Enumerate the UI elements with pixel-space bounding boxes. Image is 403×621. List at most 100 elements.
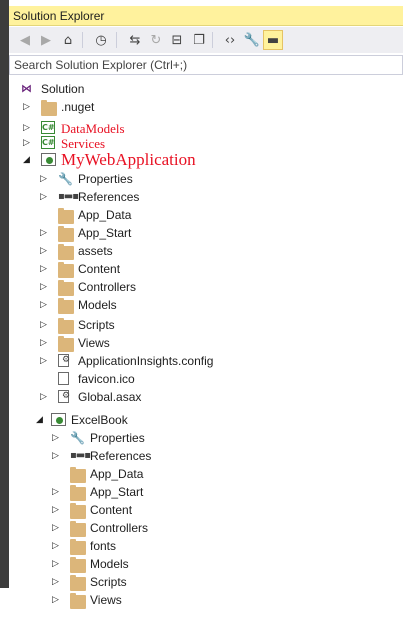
- back-button[interactable]: ◀: [15, 30, 35, 50]
- tree-item-label: Scripts: [78, 318, 115, 332]
- references-icon: ▪▬▪: [70, 450, 91, 461]
- tree-item-references[interactable]: ▷ ▪▬▪ References: [9, 188, 403, 206]
- tree-item-views[interactable]: ▷ Views: [9, 334, 403, 352]
- tree-item-models[interactable]: ▷ Models: [9, 555, 403, 573]
- collapse-all-button[interactable]: ⊟: [167, 30, 187, 50]
- expand-arrow-icon[interactable]: ▷: [52, 594, 62, 606]
- sync-button[interactable]: ⇆: [125, 30, 145, 50]
- tree-item-label: ExcelBook: [71, 413, 128, 427]
- expand-arrow-icon[interactable]: ▷: [52, 558, 62, 570]
- pending-changes-button[interactable]: ◷: [91, 30, 111, 50]
- expand-arrow-icon[interactable]: ▷: [40, 337, 50, 349]
- collapse-arrow-icon[interactable]: ◢: [36, 414, 46, 426]
- folder-icon: [58, 298, 74, 314]
- view-code-button[interactable]: ‹›: [220, 30, 240, 50]
- tree-item-models[interactable]: ▷ Models: [9, 296, 403, 314]
- tree-item-app-data[interactable]: App_Data: [9, 206, 403, 224]
- tree-item-controllers[interactable]: ▷ Controllers: [9, 278, 403, 296]
- expand-arrow-icon[interactable]: ▷: [40, 319, 50, 331]
- tree-item-content[interactable]: ▷ Content: [9, 260, 403, 278]
- tree-item-controllers[interactable]: ▷ Controllers: [9, 519, 403, 537]
- toolbar-separator: [82, 32, 83, 48]
- expand-arrow-icon[interactable]: ▷: [52, 522, 62, 534]
- config-file-icon: [58, 354, 70, 367]
- search-box[interactable]: [9, 55, 403, 75]
- expand-arrow-icon[interactable]: ▷: [52, 432, 62, 444]
- expand-arrow-icon[interactable]: ▷: [40, 281, 50, 293]
- tree-item-app-start[interactable]: ▷ App_Start: [9, 483, 403, 501]
- show-all-files-button[interactable]: ❐: [189, 30, 209, 50]
- tree-item-label: Views: [90, 593, 122, 607]
- folder-icon: [58, 336, 74, 352]
- left-window-edge: [0, 0, 9, 588]
- tree-item-label: Content: [78, 262, 121, 276]
- back-arrow-icon: ◀: [20, 32, 30, 48]
- wrench-icon: 🔧: [70, 431, 85, 445]
- collapse-arrow-icon[interactable]: ◢: [23, 154, 33, 166]
- tree-item-solution[interactable]: ⋈ Solution: [9, 80, 403, 98]
- tree-item-properties[interactable]: ▷ 🔧 Properties: [9, 429, 403, 447]
- home-button[interactable]: ⌂: [58, 30, 78, 50]
- properties-button[interactable]: 🔧: [242, 30, 262, 50]
- expand-arrow-icon[interactable]: ▷: [23, 122, 33, 134]
- collapse-all-icon: ⊟: [171, 32, 183, 48]
- solution-explorer-panel: Solution Explorer ◀ ▶ ⌂ ◷ ⇆ ↻ ⊟ ❐ ‹› 🔧 ▬ ⋈ Solution…: [9, 0, 403, 609]
- tree-item-content[interactable]: ▷ Content: [9, 501, 403, 519]
- tree-item-nuget[interactable]: ▷ .nuget: [9, 98, 403, 116]
- folder-icon: [41, 100, 57, 116]
- folder-icon: [70, 539, 86, 555]
- copy-files-icon: ❐: [193, 32, 205, 48]
- refresh-button[interactable]: ↻: [146, 30, 166, 50]
- expand-arrow-icon[interactable]: ▷: [40, 355, 50, 367]
- tree-item-scripts[interactable]: ▷ Scripts: [9, 316, 403, 334]
- expand-arrow-icon[interactable]: ▷: [40, 299, 50, 311]
- tree-item-references[interactable]: ▷ ▪▬▪ References: [9, 447, 403, 465]
- tree-item-mywebapplication[interactable]: ◢ MyWebApplication: [9, 150, 403, 169]
- folder-icon: [70, 593, 86, 609]
- tree-item-label: App_Data: [90, 467, 144, 481]
- expand-arrow-icon[interactable]: ▷: [40, 227, 50, 239]
- tree-item-favicon-ico[interactable]: favicon.ico: [9, 370, 403, 388]
- expand-arrow-icon[interactable]: ▷: [23, 101, 33, 113]
- sync-icon: ⇆: [129, 32, 141, 48]
- panel-titlebar[interactable]: Solution Explorer: [9, 6, 403, 26]
- expand-arrow-icon[interactable]: ▷: [52, 504, 62, 516]
- tree-item-properties[interactable]: ▷ 🔧 Properties: [9, 170, 403, 188]
- tree-item-applicationinsights-config[interactable]: ▷ ApplicationInsights.config: [9, 352, 403, 370]
- tree-item-label: .nuget: [61, 100, 95, 114]
- expand-arrow-icon[interactable]: ▷: [52, 540, 62, 552]
- tree-item-label: Content: [90, 503, 133, 517]
- tree-item-label: fonts: [90, 539, 117, 553]
- tree-item-assets[interactable]: ▷ assets: [9, 242, 403, 260]
- tree-item-global-asax[interactable]: ▷ Global.asax: [9, 388, 403, 406]
- tree-item-label: MyWebApplication: [61, 150, 196, 169]
- left-window-edge-bottom: [0, 588, 9, 621]
- expand-arrow-icon[interactable]: ▷: [52, 486, 62, 498]
- expand-arrow-icon[interactable]: ▷: [23, 137, 33, 149]
- expand-arrow-icon[interactable]: ▷: [40, 173, 50, 185]
- tree-item-excelbook[interactable]: ◢ ExcelBook: [9, 411, 403, 429]
- tree-item-label: Controllers: [78, 280, 137, 294]
- tree-item-fonts[interactable]: ▷ fonts: [9, 537, 403, 555]
- tree-item-app-start[interactable]: ▷ App_Start: [9, 224, 403, 242]
- search-input[interactable]: [10, 56, 402, 74]
- tree-item-label: ApplicationInsights.config: [78, 354, 214, 368]
- tree-item-label: Solution: [41, 82, 85, 96]
- tree-item-scripts[interactable]: ▷ Scripts: [9, 573, 403, 591]
- expand-arrow-icon[interactable]: ▷: [40, 191, 50, 203]
- forward-button[interactable]: ▶: [36, 30, 56, 50]
- expand-arrow-icon[interactable]: ▷: [52, 450, 62, 462]
- tree-item-label: Models: [90, 557, 129, 571]
- file-icon: [58, 372, 69, 385]
- csharp-project-icon: C#: [41, 136, 55, 149]
- tree-item-app-data[interactable]: App_Data: [9, 465, 403, 483]
- expand-arrow-icon[interactable]: ▷: [52, 576, 62, 588]
- web-project-icon: [51, 413, 66, 426]
- expand-arrow-icon[interactable]: ▷: [40, 245, 50, 257]
- tree-item-label: App_Start: [78, 226, 132, 240]
- preview-button[interactable]: ▬: [263, 30, 283, 50]
- tree-item-label: Models: [78, 298, 117, 312]
- expand-arrow-icon[interactable]: ▷: [40, 263, 50, 275]
- expand-arrow-icon[interactable]: ▷: [40, 391, 50, 403]
- tree-item-views[interactable]: ▷ Views: [9, 591, 403, 609]
